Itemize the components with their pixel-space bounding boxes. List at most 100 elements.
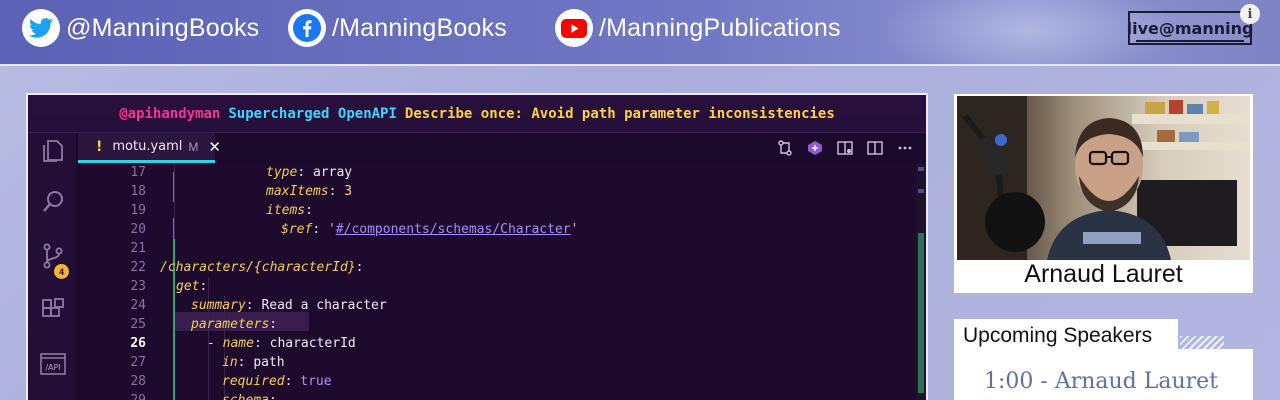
speaker-name: Arnaud Lauret	[1024, 260, 1183, 288]
upcoming-speakers-heading: Upcoming Speakers	[954, 319, 1178, 353]
ticker-tip: Describe once: Avoid path parameter inco…	[404, 105, 835, 122]
line-content: type: array	[266, 163, 352, 182]
code-token: in	[222, 355, 238, 370]
speaker-video	[957, 96, 1250, 260]
preview-icon[interactable]	[836, 139, 854, 157]
line-content: $ref: '#/components/schemas/Character'	[281, 220, 578, 239]
line-number: 18	[130, 184, 146, 199]
code-token: maxItems	[266, 184, 329, 199]
line-number: 20	[130, 222, 146, 237]
social-banner: @ManningBooks /ManningBooks /ManningPubl…	[0, 0, 1280, 66]
line-content: required: true	[222, 372, 332, 391]
code-line[interactable]: 28 required: true	[76, 372, 926, 391]
upcoming-speaker-item: 1:00 - Arnaud Lauret	[984, 369, 1219, 394]
youtube-icon	[555, 9, 593, 47]
line-number: 23	[130, 279, 146, 294]
line-number: 19	[130, 203, 146, 218]
code-token: name	[222, 336, 254, 351]
twitter-icon	[22, 9, 60, 47]
code-token: array	[312, 165, 353, 180]
line-number: 21	[130, 241, 146, 256]
code-line[interactable]: 27 in: path	[76, 353, 926, 372]
code-line[interactable]: 26 - name: characterId	[76, 334, 926, 353]
code-token: #/components/schemas/Character	[335, 222, 571, 237]
line-content: parameters:	[191, 315, 277, 334]
code-token: 3	[344, 184, 353, 199]
logo-underline	[1136, 40, 1244, 42]
editor-scrollbar[interactable]	[916, 163, 926, 400]
code-line[interactable]: 29 schema:	[76, 391, 926, 400]
code-line[interactable]: 23 get:	[76, 277, 926, 296]
line-content: /characters/{characterId}:	[160, 258, 364, 277]
code-token: true	[300, 374, 332, 389]
code-token: required	[222, 374, 285, 389]
explorer-icon[interactable]	[40, 137, 66, 163]
code-token: summary	[191, 298, 246, 313]
code-line[interactable]: 19 items:	[76, 201, 926, 220]
code-token: Read a character	[261, 298, 387, 313]
code-line[interactable]: 21	[76, 239, 926, 258]
code-line[interactable]: 25 parameters:	[76, 315, 926, 334]
activity-bar: 4 /API	[28, 133, 76, 400]
code-line[interactable]: 18 maxItems: 3	[76, 182, 926, 201]
code-line[interactable]: 22/characters/{characterId}:	[76, 258, 926, 277]
line-number: 27	[130, 355, 146, 370]
facebook-handle: /ManningBooks	[332, 13, 507, 42]
code-token: '	[327, 222, 336, 237]
code-token: :	[305, 203, 313, 218]
code-token: :	[328, 184, 345, 199]
speaker-card: Arnaud Lauret	[954, 94, 1253, 293]
facebook-icon	[288, 9, 326, 47]
code-token: items	[266, 203, 306, 218]
tab-modified-indicator: M	[188, 139, 199, 154]
extensions-icon[interactable]	[40, 297, 66, 323]
extension-action-icon[interactable]	[806, 139, 824, 157]
tab-close-icon[interactable]: ✕	[208, 138, 221, 156]
code-token: '	[570, 222, 579, 237]
code-token: $ref	[281, 222, 313, 237]
line-content: summary: Read a character	[191, 296, 387, 315]
tab-filename: motu.yaml	[112, 139, 183, 154]
code-editor[interactable]: 17 type: array 18 maxItems: 3 19 items: 20 $ref…	[76, 163, 926, 400]
scroll-marker	[918, 167, 924, 171]
shared-screen-editor: @apihandyman Supercharged OpenAPI Descri…	[26, 93, 928, 400]
api-icon[interactable]: /API	[40, 351, 66, 377]
facebook-link[interactable]: /ManningBooks	[288, 9, 507, 47]
info-icon[interactable]: i	[1240, 4, 1260, 24]
split-editor-icon[interactable]	[866, 139, 884, 157]
line-number: 29	[76, 391, 146, 400]
line-content: maxItems: 3	[266, 182, 352, 201]
line-number: 25	[130, 317, 146, 332]
code-token: :	[312, 222, 328, 237]
code-line[interactable]: 24 summary: Read a character	[76, 296, 926, 315]
code-token: :	[253, 336, 270, 351]
more-icon[interactable]	[896, 139, 914, 157]
code-token: :	[199, 279, 208, 294]
code-token: :	[284, 374, 301, 389]
scroll-marker	[918, 189, 924, 193]
code-token: :	[297, 165, 313, 180]
code-token: :	[237, 355, 254, 370]
tab-motu-yaml[interactable]: ! motu.yaml M ✕	[78, 133, 221, 163]
scroll-thumb[interactable]	[918, 233, 924, 393]
editor-tab-bar: ! motu.yaml M ✕	[76, 133, 926, 163]
line-number: 24	[130, 298, 146, 313]
decorative-stripes	[1180, 336, 1224, 350]
twitter-link[interactable]: @ManningBooks	[22, 9, 259, 47]
line-number: 17	[130, 165, 146, 180]
upcoming-speakers-list: 1:00 - Arnaud Lauret	[954, 349, 1253, 400]
api-icon-label: /API	[45, 363, 60, 372]
ticker-user: @apihandyman	[119, 105, 221, 122]
code-line[interactable]: 20 $ref: '#/components/schemas/Character'	[76, 220, 926, 239]
code-token: :	[269, 317, 278, 332]
ticker-title: Supercharged OpenAPI	[228, 105, 397, 122]
twitter-handle: @ManningBooks	[66, 13, 260, 42]
code-line[interactable]: 17 type: array	[76, 163, 926, 182]
search-icon[interactable]	[40, 189, 66, 215]
code-token: /characters/{characterId}	[160, 260, 356, 275]
line-number: 22	[130, 260, 146, 275]
youtube-handle: /ManningPublications	[599, 13, 841, 42]
code-token: characterId	[269, 336, 356, 351]
youtube-link[interactable]: /ManningPublications	[555, 9, 841, 47]
compare-icon[interactable]	[776, 139, 794, 157]
